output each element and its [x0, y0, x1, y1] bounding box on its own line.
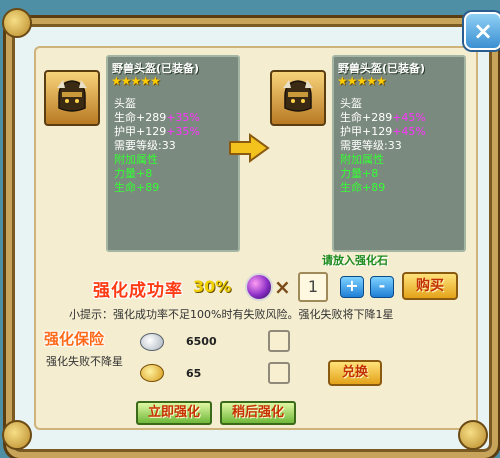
close-button[interactable]: × [464, 12, 500, 50]
success-rate-label: 强化成功率 [93, 281, 183, 301]
item-card-after: 野兽头盔(已装备) ★★★★★ 头盔 生命+289+45% 护甲+129+45%… [332, 55, 466, 252]
place-stone-hint: 请放入强化石 [322, 254, 388, 267]
gold-coin-icon [140, 364, 164, 382]
gold-checkbox[interactable] [268, 362, 290, 384]
increase-button[interactable]: + [340, 276, 364, 298]
helmet-icon [57, 80, 87, 112]
extra-attr-2: 生命+89 [114, 181, 160, 194]
enhance-later-button[interactable]: 稍后强化 [220, 401, 296, 425]
stone-quantity[interactable]: 1 [298, 272, 328, 302]
insurance-title: 强化保险 [44, 330, 105, 348]
silver-amount: 6500 [186, 335, 217, 348]
item-card-before: 野兽头盔(已装备) ★★★★★ 头盔 生命+289+35% 护甲+129+35%… [106, 55, 240, 252]
arrow-right-icon [229, 133, 270, 163]
frame-corner-ornament [458, 420, 488, 450]
insurance-desc: 强化失败不降星 [46, 355, 123, 368]
silver-coin-icon [140, 333, 164, 351]
item-stars: ★★★★★ [337, 74, 387, 88]
helmet-icon [283, 80, 313, 112]
item-icon-after[interactable] [270, 70, 326, 126]
decrease-button[interactable]: - [370, 276, 394, 298]
multiply-sign: × [274, 275, 291, 299]
exchange-button[interactable]: 兑换 [328, 360, 382, 386]
item-stars: ★★★★★ [111, 74, 161, 88]
frame-corner-ornament [2, 8, 32, 38]
silver-checkbox[interactable] [268, 330, 290, 352]
gold-amount: 65 [186, 367, 202, 380]
enhance-now-button[interactable]: 立即强化 [136, 401, 212, 425]
item-icon-before[interactable] [44, 70, 100, 126]
tip-text: 小提示：强化成功率不足100%时有失败风险。强化失败将下降1星 [69, 308, 394, 321]
extra-attr-2: 生命+89 [340, 181, 386, 194]
buy-button[interactable]: 购买 [402, 272, 458, 300]
frame-corner-ornament [2, 420, 32, 450]
success-rate-value: 30% [193, 277, 232, 296]
enhance-stone-icon[interactable] [245, 273, 273, 301]
